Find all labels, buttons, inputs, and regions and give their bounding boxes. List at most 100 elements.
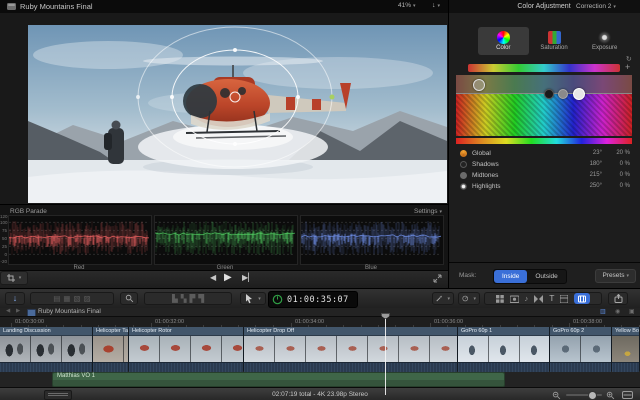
connected-audio-clip[interactable]: Matthias VO 1 xyxy=(52,372,505,387)
color-puck[interactable] xyxy=(544,89,554,99)
history-forward-icon[interactable]: ▶ xyxy=(16,308,20,314)
filter-icon[interactable]: ▨ xyxy=(84,295,91,303)
music-browser-icon[interactable]: ♪ xyxy=(525,295,529,303)
media-organize-group[interactable]: ▤ ▦ ▧ ▨ xyxy=(30,292,114,305)
tab-color[interactable]: Color xyxy=(478,27,529,55)
slider-row-highlights[interactable]: Highlights250°0 % xyxy=(456,181,634,192)
insert-edit-icon[interactable]: ▚ xyxy=(181,295,187,303)
mask-label: Mask: xyxy=(459,272,476,279)
timeline-clip[interactable]: Helicopter Rotor xyxy=(129,327,244,371)
share-button[interactable] xyxy=(608,292,628,305)
connect-edit-icon[interactable]: ▙ xyxy=(172,295,178,303)
previous-frame-button[interactable]: ◀ xyxy=(210,273,216,282)
photos-browser-icon[interactable] xyxy=(510,295,519,303)
correction-selector[interactable]: Correction 2▾ xyxy=(576,3,636,10)
ruler-timecode: 01:00:32:00 xyxy=(155,319,184,325)
tab-saturation[interactable]: Saturation xyxy=(529,27,580,55)
video-scopes-pane: RGB Parade Settings▾ 1201007550250-20Red… xyxy=(0,204,448,271)
mask-inside-button[interactable]: Inside xyxy=(494,270,527,283)
clip-appearance-button[interactable] xyxy=(44,390,72,400)
project-name[interactable]: Ruby Mountains Final xyxy=(38,308,101,315)
overwrite-edit-icon[interactable]: ▜ xyxy=(198,295,204,303)
generators-browser-button[interactable] xyxy=(574,293,590,304)
edit-buttons-group[interactable]: ▙ ▚ ▛ ▜ xyxy=(144,292,232,305)
slider-row-midtones[interactable]: Midtones215°0 % xyxy=(456,170,634,181)
timeline-clip[interactable]: Yellow Boots xyxy=(612,327,640,371)
append-edit-icon[interactable]: ▛ xyxy=(190,295,196,303)
zoom-in-icon[interactable] xyxy=(606,391,615,400)
mask-gradient-bottom[interactable] xyxy=(456,94,632,136)
timeline-clip[interactable]: GoPro 60p 1 xyxy=(458,327,550,371)
transform-crop-menu[interactable]: ▾ xyxy=(0,271,28,285)
generators-icon xyxy=(578,295,586,303)
media-browsers-group[interactable]: ♪ T xyxy=(484,292,602,305)
hue-strip[interactable] xyxy=(468,64,620,72)
clip-audio-waveform xyxy=(129,362,243,372)
rating-icon[interactable]: ▧ xyxy=(74,295,81,303)
enhancements-menu[interactable]: ▾ xyxy=(432,292,454,305)
axis-label: 50 xyxy=(0,236,7,241)
timeline-clip[interactable]: Helicopter Ta... xyxy=(93,327,129,371)
effects-browser-icon[interactable] xyxy=(496,295,504,303)
color-sliders: Global23°20 %Shadows180°0 %Midtones215°0… xyxy=(456,148,634,192)
zoom-out-icon[interactable] xyxy=(552,391,561,400)
spectrum-strip xyxy=(456,138,632,144)
timeline-index-icon[interactable]: ▥ xyxy=(600,308,606,315)
clip-filmstrip xyxy=(458,336,549,362)
scope-blue xyxy=(300,215,444,265)
color-puck[interactable] xyxy=(473,79,485,91)
timeline-clip[interactable]: Landing Discussion xyxy=(0,327,93,371)
mask-outside-button[interactable]: Outside xyxy=(527,270,565,283)
event-icon[interactable]: ▤ xyxy=(53,295,60,303)
color-mask-pane[interactable] xyxy=(456,75,632,136)
saturation-icon xyxy=(548,31,561,44)
viewer-display-menu[interactable]: ↓▾ xyxy=(432,2,440,9)
next-frame-button[interactable]: ▶▏ xyxy=(242,273,254,282)
timeline-statusbar: 02:07:19 total - 4K 23.98p Stereo xyxy=(0,387,640,400)
skimming-icon[interactable]: ◉ xyxy=(615,308,620,315)
viewer-header: Ruby Mountains Final 41%▾ ↓▾ xyxy=(0,0,448,14)
color-icon xyxy=(497,31,510,44)
scopes-settings-menu[interactable]: Settings▾ xyxy=(414,208,442,215)
axis-label: 0 xyxy=(0,252,7,257)
main-toolbar: ↓ ▤ ▦ ▧ ▨ ▙ ▚ ▛ ▜ ▾ 01:00:35:07 xyxy=(0,288,640,310)
chevron-down-icon: ▾ xyxy=(258,296,261,302)
clip-audio-waveform xyxy=(244,362,457,372)
midtones-icon xyxy=(460,172,467,179)
themes-browser-icon[interactable] xyxy=(560,295,568,303)
playhead[interactable] xyxy=(385,316,386,395)
timecode-display[interactable]: 01:00:35:07 xyxy=(268,291,358,308)
transitions-browser-icon[interactable] xyxy=(534,295,543,303)
titles-browser-icon[interactable]: T xyxy=(549,294,554,303)
slider-row-global[interactable]: Global23°20 % xyxy=(456,148,634,159)
import-media-button[interactable]: ↓ xyxy=(5,292,25,305)
axis-label: -20 xyxy=(0,259,7,264)
search-button[interactable] xyxy=(120,292,138,305)
zoom-slider-knob[interactable] xyxy=(588,391,597,400)
tool-selector[interactable]: ▾ xyxy=(240,292,266,305)
retime-menu[interactable]: ▾ xyxy=(458,292,480,305)
presets-button[interactable]: Presets▾ xyxy=(595,269,636,283)
clip-name: Helicopter Drop Off xyxy=(244,327,457,336)
helicopter-scene xyxy=(28,25,447,203)
chevron-down-icon: ▾ xyxy=(447,296,450,302)
keyword-icon[interactable]: ▦ xyxy=(63,295,70,303)
clip-appearance-icon[interactable] xyxy=(622,391,633,399)
fullscreen-icon[interactable] xyxy=(433,274,442,283)
clip-audio-waveform xyxy=(612,362,639,372)
snapping-icon[interactable]: ▣ xyxy=(629,308,635,315)
timeline-clip[interactable]: GoPro 60p 2 xyxy=(550,327,612,371)
history-back-icon[interactable]: ◀ xyxy=(6,308,10,314)
add-color-icon[interactable]: + xyxy=(625,62,630,72)
project-duration-status: 02:07:19 total - 4K 23.98p Stereo xyxy=(0,391,640,398)
play-button[interactable]: ▶ xyxy=(224,272,232,283)
color-puck[interactable] xyxy=(558,89,568,99)
viewer-zoom-menu[interactable]: 41%▾ xyxy=(398,2,416,9)
clip-audio-waveform xyxy=(550,362,611,372)
slider-row-shadows[interactable]: Shadows180°0 % xyxy=(456,159,634,170)
color-puck[interactable] xyxy=(573,88,585,100)
tab-exposure[interactable]: Exposure xyxy=(579,27,630,55)
ruler-timecode: 01:00:30:00 xyxy=(15,319,44,325)
video-canvas[interactable] xyxy=(28,25,447,203)
timeline-clip[interactable]: Helicopter Drop Off xyxy=(244,327,458,371)
